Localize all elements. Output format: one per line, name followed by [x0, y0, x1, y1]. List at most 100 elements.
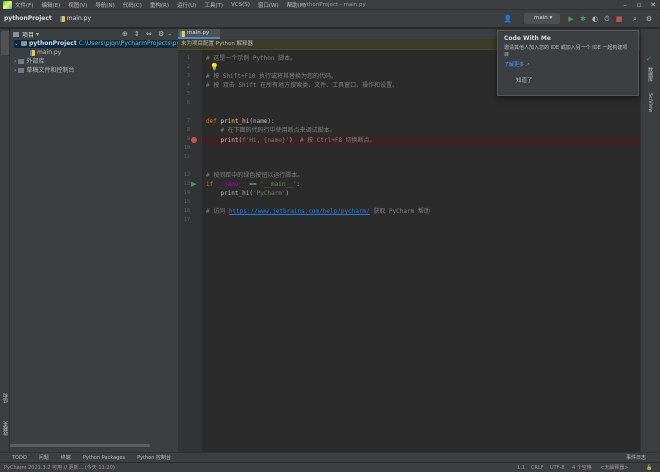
hide-panel-icon[interactable]: – — [168, 30, 172, 38]
minimize-button[interactable]: – — [618, 0, 632, 10]
structure-tool-tab[interactable]: 结构 — [2, 393, 9, 403]
breadcrumb-project[interactable]: pythonProject — [4, 15, 52, 22]
menu-window[interactable]: 窗口(W) — [258, 1, 279, 9]
lightbulb-icon[interactable]: 💡 — [210, 63, 219, 71]
run-config-dropdown[interactable]: main ▾ — [524, 13, 560, 24]
popup-title: Code With Me — [504, 35, 551, 42]
menu-run[interactable]: 运行(U) — [177, 1, 196, 9]
code-line-1: # 这是一个示例 Python 脚本。 — [206, 55, 297, 62]
tab-terminal[interactable]: 终端 — [61, 454, 71, 461]
search-icon[interactable]: ⌕ — [630, 14, 640, 24]
project-tree: ⌄ pythonProject C:\Users\pjqn\PycharmPro… — [10, 39, 190, 452]
project-panel-title[interactable]: 项目 — [22, 30, 34, 39]
left-tool-strip: 结构 收藏夹 — [0, 29, 10, 452]
interpreter-status[interactable]: <无解释器> — [600, 463, 628, 472]
code-with-me-popup: Code With Me 邀请其他人加入您的 IDE 或加入另一个 IDE 一起… — [497, 30, 639, 96]
tab-todo[interactable]: TODO — [12, 455, 27, 461]
menu-code[interactable]: 代码(C) — [123, 1, 142, 9]
tab-python-packages[interactable]: Python Packages — [83, 455, 125, 461]
locate-icon[interactable]: ⊕ — [122, 30, 128, 38]
chevron-down-icon[interactable]: ▾ — [36, 31, 39, 38]
line-number: 2 — [186, 64, 190, 70]
pycharm-logo-icon — [3, 0, 12, 9]
right-tool-strip: ✓ 数据库 SciView — [640, 29, 660, 452]
line-number: 8 — [186, 127, 190, 133]
line-number: 13 — [183, 181, 190, 187]
line-number: 7 — [186, 118, 190, 124]
banner-text: 未为项目配置 Python 解释器 — [181, 41, 254, 47]
favorites-tool-tab[interactable]: 收藏夹 — [2, 421, 9, 436]
python-file-icon — [59, 15, 65, 22]
checkmark-icon: ✓ — [646, 55, 652, 63]
menu-file[interactable]: 文件(F) — [15, 1, 33, 9]
menu-refactor[interactable]: 重构(R) — [150, 1, 169, 9]
line-number: 15 — [183, 199, 190, 205]
event-log-tab[interactable]: 事件日志 — [626, 454, 646, 461]
code-line-4: # 按 双击 Shift 在所有地方搜索类、文件、工具窗口、操作和设置。 — [206, 82, 399, 89]
line-number: 1 — [186, 55, 190, 61]
menu-view[interactable]: 视图(V) — [68, 1, 87, 9]
folder-icon — [20, 41, 27, 46]
scratches-icon — [18, 68, 25, 73]
close-window-button[interactable]: ✕ — [646, 0, 660, 10]
got-it-button[interactable]: 知道了 — [516, 76, 632, 84]
line-number: 12 — [183, 172, 190, 178]
collapse-all-icon[interactable]: ⇔ — [146, 30, 152, 38]
breadcrumb-file[interactable]: main.py — [59, 15, 91, 22]
sciview-tool-tab[interactable]: SciView — [647, 93, 653, 112]
tree-item-scratches[interactable]: › 草稿文件和控制台 — [14, 67, 74, 75]
menu-vcs[interactable]: VCS(S) — [231, 2, 250, 8]
library-icon — [18, 59, 25, 64]
run-gutter-icon[interactable]: ▶ — [191, 180, 196, 188]
debug-icon[interactable]: ✱ — [578, 14, 588, 24]
chevron-down-icon: ⌄ — [14, 40, 21, 47]
user-icon[interactable]: 👤 — [503, 14, 513, 24]
line-number: 11 — [183, 154, 190, 160]
settings-icon[interactable]: ⚙ — [644, 14, 654, 24]
breakpoint-line: print(f'Hi, {name}') # 按 Ctrl+F8 切换断点。 — [202, 136, 640, 145]
menu-tools[interactable]: 工具(T) — [204, 1, 223, 9]
indent-setting[interactable]: 4 个空格 — [572, 463, 592, 472]
expand-all-icon[interactable]: ⇕ — [134, 30, 140, 38]
line-number: 6 — [186, 100, 190, 106]
line-number: 10 — [183, 145, 190, 151]
learn-more-link[interactable]: 了解更多 ↗ — [504, 61, 632, 68]
tree-item-root[interactable]: ⌄ pythonProject C:\Users\pjqn\PycharmPro… — [14, 40, 190, 48]
status-bar: PyCharm 2021.3.2 可用 // 更新... (今天 11:20) … — [0, 462, 660, 472]
menu-edit[interactable]: 编辑(E) — [41, 1, 60, 9]
tree-item-main-py[interactable]: main.py — [30, 49, 61, 57]
code-line-3: # 按 Shift+F10 执行或将其替换为您的代码。 — [206, 73, 337, 80]
tree-item-external-libs[interactable]: › 外部库 — [14, 58, 44, 66]
lock-icon[interactable]: 🔓 — [646, 463, 652, 472]
status-update-message[interactable]: PyCharm 2021.3.2 可用 // 更新... (今天 11:20) — [4, 463, 115, 472]
run-icon[interactable]: ▶ — [566, 14, 576, 24]
popup-body: 邀请其他人加入您的 IDE 或加入另一个 IDE 一起构建项目 — [504, 45, 628, 58]
code-line-8: # 在下面的代码行中使用断点来调试脚本。 — [206, 127, 336, 134]
menu-navigate[interactable]: 导航(N) — [95, 1, 114, 9]
project-folder-icon — [13, 31, 19, 37]
caret-position[interactable]: 1:1 — [517, 463, 525, 472]
stop-icon[interactable]: ■ — [614, 14, 624, 24]
window-title: pythonProject - main.py — [300, 2, 366, 8]
database-tool-tab[interactable]: 数据库 — [647, 67, 654, 82]
line-number: 5 — [186, 91, 190, 97]
horizontal-scrollbar[interactable] — [10, 444, 150, 447]
python-file-icon — [180, 31, 185, 37]
line-separator[interactable]: CRLF — [531, 463, 544, 472]
project-panel-header: 项目 ▾ ⊕ ⇕ ⇔ ⚙ – — [10, 29, 178, 39]
coverage-icon[interactable]: ◐ — [590, 14, 600, 24]
project-tool-tab[interactable] — [1, 31, 9, 55]
line-number: 4 — [186, 82, 190, 88]
code-editor[interactable]: # 这是一个示例 Python 脚本。 💡 # 按 Shift+F10 执行或将… — [202, 50, 640, 452]
maximize-button[interactable]: ▫ — [632, 0, 646, 10]
navigation-bar: pythonProject main.py 👤 main ▾ ▶ ✱ ◐ ⏱ ■… — [0, 10, 660, 28]
panel-settings-icon[interactable]: ⚙ — [158, 30, 164, 38]
tab-problems[interactable]: 问题 — [39, 454, 49, 461]
tab-main-py[interactable]: main.py — [178, 29, 220, 39]
file-encoding[interactable]: UTF-8 — [550, 463, 565, 472]
profile-icon[interactable]: ⏱ — [602, 14, 612, 24]
line-number: 16 — [183, 208, 190, 214]
breakpoint-icon[interactable] — [191, 137, 197, 143]
line-number: 14 — [183, 190, 190, 196]
tab-python-console[interactable]: Python 控制台 — [137, 454, 171, 461]
